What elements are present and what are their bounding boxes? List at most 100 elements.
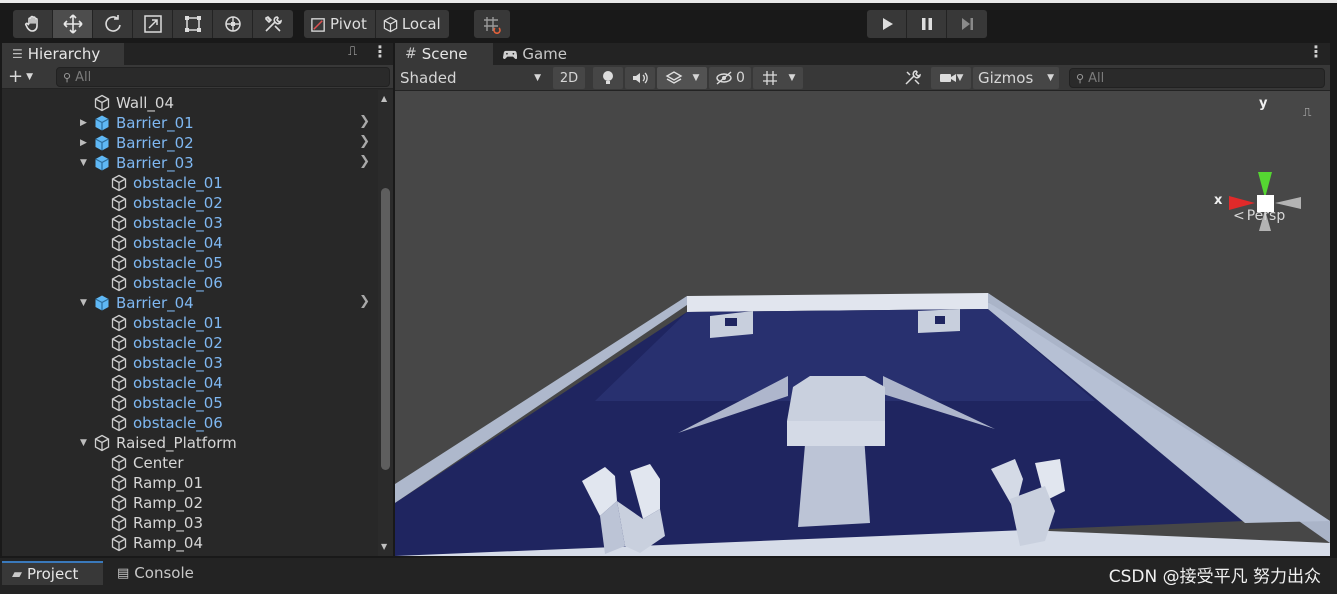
hierarchy-item[interactable]: obstacle_03 [97, 213, 378, 233]
camera-dropdown[interactable]: ▼ [931, 67, 971, 89]
lighting-toggle[interactable] [593, 67, 623, 89]
tab-scene[interactable]: # Scene [395, 43, 493, 65]
hierarchy-item[interactable]: ▶Barrier_01❯ [80, 113, 378, 133]
hierarchy-item-label: obstacle_03 [133, 214, 223, 232]
hierarchy-item[interactable]: obstacle_03 [97, 353, 378, 373]
expand-caret-right-icon[interactable]: ▶ [80, 118, 90, 128]
hierarchy-menu-icon[interactable]: ⋮ [372, 42, 388, 61]
hierarchy-item[interactable]: Ramp_03 [97, 513, 378, 533]
open-prefab-chevron-icon[interactable]: ❯ [359, 134, 370, 149]
pivot-label: Pivot [330, 15, 367, 33]
transform-tools [13, 10, 293, 38]
scale-tool-button[interactable] [133, 10, 173, 38]
custom-tool-button[interactable] [253, 10, 293, 38]
hierarchy-item[interactable]: obstacle_01 [97, 313, 378, 333]
gameobject-cube-icon [110, 174, 128, 192]
hierarchy-item-label: obstacle_04 [133, 374, 223, 392]
lock-icon[interactable]: ⎍ [1303, 105, 1311, 120]
rect-tool-button[interactable] [173, 10, 213, 38]
move-tool-button[interactable] [53, 10, 93, 38]
hierarchy-tree: Wall_04▶Barrier_01❯▶Barrier_02❯▼Barrier_… [2, 90, 378, 556]
scene-search-input[interactable]: ⚲ All [1069, 68, 1325, 88]
hierarchy-item[interactable]: ▼Barrier_03❯ [80, 153, 378, 173]
gameobject-cube-icon [110, 534, 128, 552]
hierarchy-item[interactable]: ▼Barrier_04❯ [80, 293, 378, 313]
gameobject-cube-icon [110, 374, 128, 392]
create-dropdown[interactable]: + ▼ [8, 66, 33, 87]
tab-game[interactable]: Game [493, 43, 577, 65]
gameobject-cube-icon [110, 514, 128, 532]
effects-dropdown[interactable]: ▼ [657, 67, 707, 89]
console-icon: ▤ [117, 566, 129, 581]
scroll-down-icon[interactable]: ▼ [381, 542, 387, 551]
tools-settings-button[interactable] [897, 67, 927, 89]
project-tab-label: Project [27, 565, 78, 583]
hierarchy-item[interactable]: obstacle_05 [97, 253, 378, 273]
chevron-down-icon: ▼ [693, 73, 700, 83]
hierarchy-item[interactable]: Ramp_02 [97, 493, 378, 513]
hierarchy-item[interactable]: ▼Raised_Platform [80, 433, 378, 453]
play-button[interactable] [867, 10, 907, 38]
hierarchy-scrollbar[interactable]: ▲ ▼ [378, 90, 393, 556]
projection-toggle[interactable]: < Persp [1233, 208, 1285, 224]
gameobject-cube-icon [110, 494, 128, 512]
hierarchy-item[interactable]: obstacle_01 [97, 173, 378, 193]
hierarchy-item[interactable]: obstacle_06 [97, 273, 378, 293]
scene-viewport[interactable]: y x ⎍ < Persp [395, 91, 1330, 556]
hierarchy-item[interactable]: ▶Barrier_02❯ [80, 133, 378, 153]
scroll-up-icon[interactable]: ▲ [381, 94, 387, 103]
expand-caret-right-icon[interactable]: ▶ [80, 138, 90, 148]
tab-project[interactable]: ▰ Project [2, 561, 103, 585]
grid-dropdown[interactable]: ▼ [753, 67, 803, 89]
hierarchy-panel: ☰ Hierarchy ⎍ ⋮ + ▼ ⚲ All Wall_04▶Barrie… [2, 43, 393, 556]
outer-wall-back [687, 293, 988, 312]
tab-console[interactable]: ▤ Console [107, 561, 207, 585]
hidden-count: 0 [736, 70, 745, 86]
hierarchy-item[interactable]: obstacle_04 [97, 233, 378, 253]
hierarchy-item[interactable]: obstacle_06 [97, 413, 378, 433]
pivot-toggle[interactable]: Pivot [304, 10, 376, 38]
eye-slash-icon [715, 69, 733, 87]
hierarchy-item-label: Ramp_04 [133, 534, 203, 552]
expand-caret-down-icon[interactable]: ▼ [80, 438, 90, 448]
transform-tool-button[interactable] [213, 10, 253, 38]
grid-snap-button[interactable] [474, 10, 510, 38]
hierarchy-item[interactable]: obstacle_05 [97, 393, 378, 413]
rotate-tool-button[interactable] [93, 10, 133, 38]
gameobject-cube-icon [110, 394, 128, 412]
expand-caret-down-icon[interactable]: ▼ [80, 158, 90, 168]
hierarchy-item[interactable]: Ramp_01 [97, 473, 378, 493]
open-prefab-chevron-icon[interactable]: ❯ [359, 154, 370, 169]
lock-icon[interactable]: ⎍ [348, 44, 357, 59]
hierarchy-item[interactable]: Wall_04 [80, 93, 378, 113]
audio-toggle[interactable] [625, 67, 655, 89]
hierarchy-item-label: obstacle_03 [133, 354, 223, 372]
chevron-down-icon: ▼ [1047, 73, 1054, 83]
step-button[interactable] [947, 10, 987, 38]
gamepad-icon [503, 48, 517, 61]
hierarchy-search-input[interactable]: ⚲ All [56, 67, 390, 87]
pause-button[interactable] [907, 10, 947, 38]
tab-hierarchy[interactable]: ☰ Hierarchy [2, 43, 124, 65]
shading-mode-dropdown[interactable]: Shaded ▼ [399, 67, 545, 89]
hierarchy-item-label: obstacle_06 [133, 414, 223, 432]
hierarchy-item[interactable]: Ramp_04 [97, 533, 378, 553]
pause-icon [917, 14, 937, 34]
open-prefab-chevron-icon[interactable]: ❯ [359, 294, 370, 309]
hidden-objects-toggle[interactable]: 0 [709, 67, 751, 89]
scrollbar-thumb[interactable] [381, 188, 390, 470]
bottom-panel: ▰ Project ▤ Console CSDN @接受平凡 努力出众 [0, 558, 1337, 594]
open-prefab-chevron-icon[interactable]: ❯ [359, 114, 370, 129]
barrier-obstacle-back-right [918, 309, 960, 333]
hierarchy-item[interactable]: Center [97, 453, 378, 473]
toggle-2d-button[interactable]: 2D [553, 67, 585, 89]
expand-caret-down-icon[interactable]: ▼ [80, 298, 90, 308]
hierarchy-item[interactable]: obstacle_02 [97, 193, 378, 213]
hierarchy-item[interactable]: obstacle_04 [97, 373, 378, 393]
local-toggle[interactable]: Local [376, 10, 449, 38]
gizmos-dropdown[interactable]: Gizmos ▼ [973, 67, 1059, 89]
scene-menu-icon[interactable]: ⋮ [1308, 42, 1324, 61]
hand-tool-button[interactable] [13, 10, 53, 38]
hierarchy-item[interactable]: obstacle_02 [97, 333, 378, 353]
rect-transform-icon [183, 14, 203, 34]
